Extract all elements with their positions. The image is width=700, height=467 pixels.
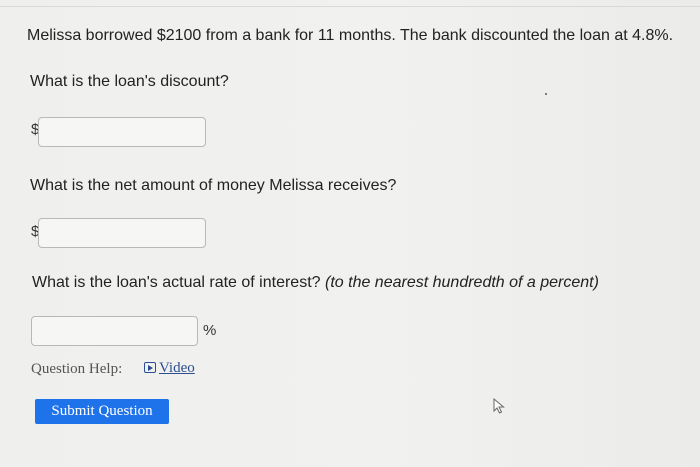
mouse-pointer-icon bbox=[493, 398, 505, 414]
actual-rate-question-hint: (to the nearest hundredth of a percent) bbox=[325, 274, 599, 291]
question-help-label: Question Help: bbox=[31, 361, 123, 377]
percent-symbol: % bbox=[203, 322, 217, 339]
actual-rate-input[interactable] bbox=[31, 316, 198, 346]
play-video-icon bbox=[144, 362, 156, 373]
decorative-dot bbox=[545, 93, 547, 95]
discount-question: What is the loan's discount? bbox=[30, 73, 229, 90]
top-divider bbox=[0, 6, 700, 7]
question-prompt: Melissa borrowed $2100 from a bank for 1… bbox=[27, 27, 674, 44]
video-help-link[interactable]: Video bbox=[144, 360, 195, 377]
actual-rate-question: What is the loan's actual rate of intere… bbox=[32, 273, 599, 293]
discount-input[interactable] bbox=[38, 117, 206, 147]
net-amount-question: What is the net amount of money Melissa … bbox=[30, 177, 397, 194]
video-link-label: Video bbox=[159, 360, 195, 376]
submit-question-button[interactable]: Submit Question bbox=[35, 399, 169, 424]
actual-rate-question-main: What is the loan's actual rate of intere… bbox=[32, 274, 321, 291]
net-amount-input[interactable] bbox=[38, 218, 206, 248]
question-page: Melissa borrowed $2100 from a bank for 1… bbox=[0, 0, 700, 467]
